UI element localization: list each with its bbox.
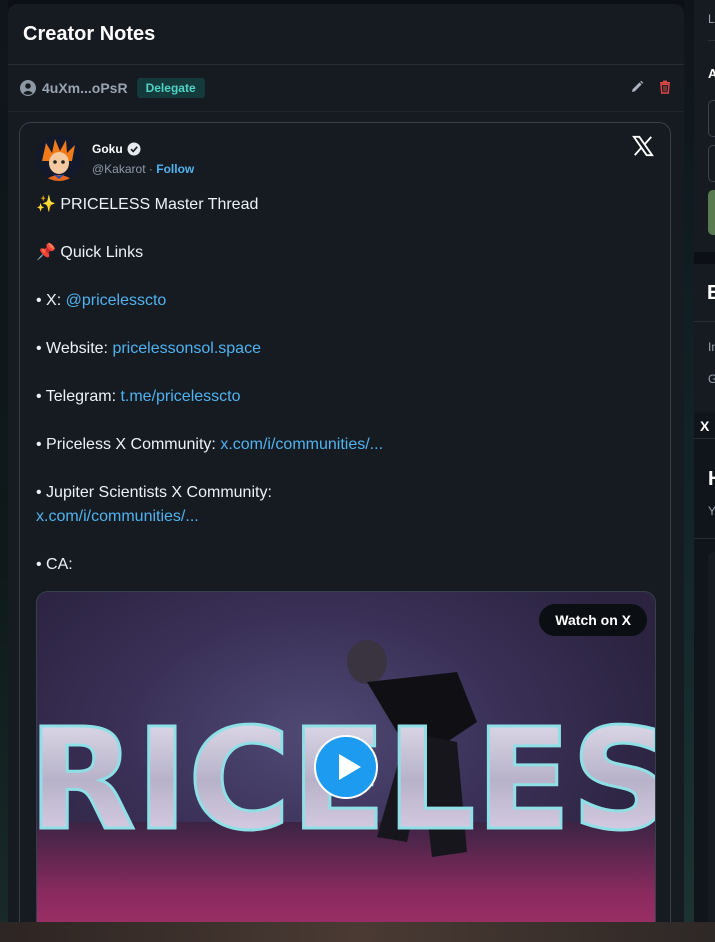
tweet-video[interactable]: PRICELESS Watch on X <box>36 591 656 942</box>
community-link[interactable]: x.com/i/communities/... <box>220 436 383 453</box>
x-logo-icon[interactable] <box>632 135 654 157</box>
telegram-link[interactable]: t.me/pricelesscto <box>120 388 240 405</box>
ca-label: • CA: <box>36 556 73 573</box>
right-text-8: Y <box>708 504 715 518</box>
right-text-5: G <box>708 372 715 386</box>
community-label: • Priceless X Community: <box>36 436 221 453</box>
right-x-icon[interactable]: X <box>700 418 709 434</box>
tweet-name-text[interactable]: Goku <box>92 142 123 156</box>
right-card-2: E In G <box>694 264 715 412</box>
right-button[interactable] <box>708 190 715 235</box>
handle-separator: · <box>148 162 153 176</box>
creator-notes-panel: Creator Notes 4uXm...oPsR Delegate Goku … <box>8 4 684 942</box>
thread-title: ✨ PRICELESS Master Thread <box>36 196 259 213</box>
watch-on-x-button[interactable]: Watch on X <box>539 604 647 636</box>
right-text-4: In <box>708 340 715 354</box>
delegate-badge: Delegate <box>136 78 205 98</box>
x-link-row: • X: @pricelesscto <box>36 289 654 313</box>
website-link[interactable]: pricelessonsol.space <box>112 340 261 357</box>
tweet-handle: @Kakarot <box>92 162 146 176</box>
delete-icon[interactable] <box>658 80 672 94</box>
avatar-image <box>36 135 82 181</box>
tweet-header: Goku @Kakarot · Follow <box>20 123 670 193</box>
panel-title: Creator Notes <box>23 22 156 45</box>
right-card-1: L A <box>694 0 715 252</box>
right-card-3: X H Y <box>694 412 715 942</box>
telegram-row: • Telegram: t.me/pricelesscto <box>36 385 654 409</box>
right-text-7: H <box>708 468 715 491</box>
right-text-2: A <box>708 66 715 81</box>
panel-header: Creator Notes <box>8 4 684 65</box>
play-button-icon[interactable] <box>314 735 378 799</box>
right-input-1[interactable] <box>708 100 715 137</box>
x-handle-link[interactable]: @pricelesscto <box>66 292 167 309</box>
note-actions <box>630 80 672 94</box>
right-text-3: E <box>707 282 715 304</box>
jupiter-community-link[interactable]: x.com/i/communities/... <box>36 508 199 525</box>
website-label: • Website: <box>36 340 113 357</box>
verified-badge-icon <box>127 142 141 156</box>
x-label: • X: <box>36 292 66 309</box>
bottom-strip <box>0 922 715 942</box>
tweet-body: ✨ PRICELESS Master Thread 📌 Quick Links … <box>20 193 670 577</box>
note-author[interactable]: 4uXm...oPsR <box>42 80 128 96</box>
telegram-label: • Telegram: <box>36 388 121 405</box>
background-left <box>0 0 8 942</box>
website-row: • Website: pricelessonsol.space <box>36 337 654 361</box>
user-icon <box>20 80 36 96</box>
note-meta-row: 4uXm...oPsR Delegate <box>8 65 684 112</box>
tweet-handle-row: @Kakarot · Follow <box>92 162 194 176</box>
right-input-2[interactable] <box>708 145 715 182</box>
jupiter-community-label: • Jupiter Scientists X Community: <box>36 484 272 501</box>
edit-icon[interactable] <box>630 80 644 94</box>
community-row: • Priceless X Community: x.com/i/communi… <box>36 433 654 457</box>
tweet-author-name: Goku <box>92 142 141 156</box>
tweet-avatar[interactable] <box>36 135 82 181</box>
right-list <box>708 552 715 932</box>
background-divider <box>684 0 694 942</box>
quick-links-heading: 📌 Quick Links <box>36 244 144 261</box>
follow-link[interactable]: Follow <box>156 162 194 176</box>
right-text-1: L <box>708 12 715 26</box>
embedded-tweet[interactable]: Goku @Kakarot · Follow ✨ PRICELESS Maste… <box>19 122 671 942</box>
